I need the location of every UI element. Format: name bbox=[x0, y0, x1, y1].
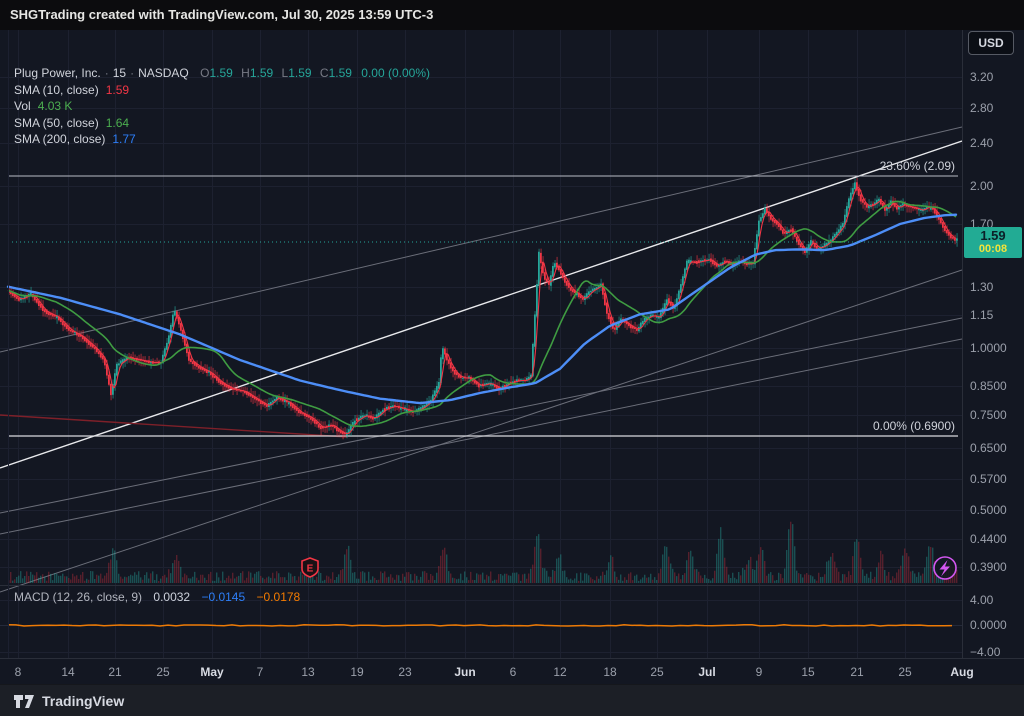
exchange: NASDAQ bbox=[138, 66, 189, 80]
time-axis-label: 25 bbox=[156, 665, 170, 679]
price-axis-label: 0.5000 bbox=[970, 503, 1007, 517]
indicator-label: SMA (50, close) bbox=[14, 115, 99, 130]
time-axis-label: 21 bbox=[850, 665, 864, 679]
time-axis-label: 23 bbox=[398, 665, 412, 679]
ohlc-values: O1.59 H1.59 L1.59 C1.59 0.00 (0.00%) bbox=[200, 66, 431, 80]
time-axis-label: 8 bbox=[14, 665, 22, 679]
price-axis-label: 0.5700 bbox=[970, 472, 1007, 486]
tradingview-logo[interactable]: TradingView bbox=[14, 693, 124, 709]
time-axis-label: May bbox=[200, 665, 224, 679]
time-axis-label: Jul bbox=[698, 665, 716, 679]
price-axis-label: 0.8500 bbox=[970, 379, 1007, 393]
time-axis-label: 18 bbox=[603, 665, 617, 679]
macd-axis-label: 0.0000 bbox=[970, 618, 1007, 632]
tradingview-chart-window: SHGTrading created with TradingView.com,… bbox=[0, 0, 1024, 716]
time-axis-label: Jun bbox=[454, 665, 476, 679]
time-axis-label: 9 bbox=[755, 665, 763, 679]
svg-text:E: E bbox=[307, 564, 314, 575]
price-axis-label: 2.80 bbox=[970, 101, 994, 115]
price-axis[interactable]: USD 3.20 2.80 2.40 2.00 1.70 1.30 1.15 1.0000 0.… bbox=[962, 30, 1024, 659]
price-axis-label: 2.40 bbox=[970, 136, 994, 150]
macd-legend[interactable]: MACD (12, 26, close, 9) 0.0032 −0.0145 −… bbox=[14, 590, 300, 604]
bar-countdown: 00:08 bbox=[978, 243, 1008, 255]
time-axis-label: 19 bbox=[350, 665, 364, 679]
price-axis-label: 0.3900 bbox=[970, 560, 1007, 574]
price-axis-label: 0.6500 bbox=[970, 441, 1007, 455]
usd-button[interactable]: USD bbox=[968, 31, 1014, 55]
price-axis-label: 2.00 bbox=[970, 179, 994, 193]
indicator-row[interactable]: Vol 4.03 K bbox=[14, 98, 430, 115]
lightning-button[interactable] bbox=[933, 556, 957, 580]
time-axis-label: 14 bbox=[61, 665, 75, 679]
price-axis-label: 3.20 bbox=[970, 70, 994, 84]
chart-area[interactable]: E Plug Power, Inc. · 15 · NASDAQ O1.59 H1.59… bbox=[0, 30, 962, 658]
legend: Plug Power, Inc. · 15 · NASDAQ O1.59 H1.59 L… bbox=[14, 65, 430, 148]
time-axis-label: 25 bbox=[650, 665, 664, 679]
macd-signal-value: −0.0178 bbox=[256, 590, 301, 604]
indicator-value: 1.77 bbox=[112, 132, 136, 146]
time-axis-label: 7 bbox=[256, 665, 264, 679]
macd-hist-value: 0.0032 bbox=[153, 590, 191, 604]
current-price-badge[interactable]: 1.59 00:08 bbox=[964, 227, 1022, 258]
indicator-label: SMA (200, close) bbox=[14, 132, 106, 146]
price-axis-label: 1.0000 bbox=[970, 341, 1007, 355]
time-axis-label: 21 bbox=[108, 665, 122, 679]
earnings-icon[interactable]: E bbox=[301, 557, 319, 578]
macd-axis-label: 4.00 bbox=[970, 593, 994, 607]
time-axis[interactable]: 8 14 21 25 May 7 13 19 23 Jun 6 12 18 25 Jul 9 15 21 25 Aug bbox=[0, 658, 1024, 685]
price-axis-label: 0.7500 bbox=[970, 408, 1007, 422]
time-axis-label: 12 bbox=[553, 665, 567, 679]
indicator-row[interactable]: SMA (50, close) 1.64 bbox=[14, 115, 430, 132]
indicator-value: 4.03 K bbox=[37, 99, 73, 113]
symbol-name: Plug Power, Inc. bbox=[14, 66, 101, 80]
watermark-bar: SHGTrading created with TradingView.com,… bbox=[0, 0, 1024, 30]
indicator-value: 1.59 bbox=[105, 82, 130, 97]
change-value: 0.00 (0.00%) bbox=[361, 66, 431, 80]
interval: 15 bbox=[112, 66, 127, 80]
fib-label: 23.60% (2.09) bbox=[879, 159, 955, 173]
macd-line-value: −0.0145 bbox=[201, 590, 246, 604]
macd-axis-label: −4.00 bbox=[970, 645, 1001, 659]
tradingview-logo-text: TradingView bbox=[42, 693, 125, 709]
indicator-label: SMA (10, close) bbox=[14, 82, 99, 97]
time-axis-label: 13 bbox=[301, 665, 315, 679]
current-price: 1.59 bbox=[980, 228, 1006, 243]
footer-bar: TradingView bbox=[0, 684, 1024, 716]
macd-title: MACD (12, 26, close, 9) bbox=[14, 590, 143, 604]
fib-label: 0.00% (0.6900) bbox=[872, 419, 955, 433]
indicator-label: Vol bbox=[14, 99, 31, 113]
indicator-row[interactable]: SMA (200, close) 1.77 bbox=[14, 131, 430, 148]
indicator-value: 1.64 bbox=[105, 115, 130, 130]
tradingview-logo-icon bbox=[14, 694, 34, 708]
watermark-text: SHGTrading created with TradingView.com,… bbox=[10, 7, 434, 22]
price-axis-label: 0.4400 bbox=[970, 532, 1007, 546]
time-axis-label: 25 bbox=[898, 665, 912, 679]
price-axis-label: 1.15 bbox=[970, 308, 994, 322]
time-axis-label: Aug bbox=[950, 665, 974, 679]
symbol-row[interactable]: Plug Power, Inc. · 15 · NASDAQ O1.59 H1.59 L… bbox=[14, 65, 430, 82]
price-axis-label: 1.30 bbox=[970, 280, 994, 294]
time-axis-label: 6 bbox=[509, 665, 517, 679]
time-axis-label: 15 bbox=[801, 665, 815, 679]
indicator-row[interactable]: SMA (10, close) 1.59 bbox=[14, 82, 430, 99]
indicator-rows: SMA (10, close) 1.59 Vol 4.03 K SMA (50, clo… bbox=[14, 82, 430, 148]
